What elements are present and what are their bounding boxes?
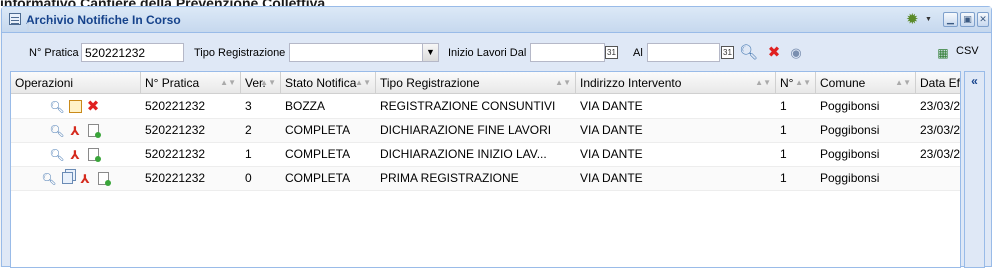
cell-tipo: PRIMA REGISTRAZIONE bbox=[380, 171, 519, 185]
side-panel-collapsed: « bbox=[964, 71, 985, 268]
notifiche-grid: Operazioni N° Pratica ▲▼ Ver. ▲▼ Stato Not… bbox=[10, 71, 961, 268]
pdf-icon[interactable]: ⅄ bbox=[67, 147, 83, 163]
row-operations: 🔍︎ ✖ bbox=[49, 99, 109, 115]
copy-icon[interactable] bbox=[59, 171, 75, 187]
pratica-label: N° Pratica bbox=[29, 47, 79, 59]
cell-stato: COMPLETA bbox=[285, 171, 351, 185]
cell-indirizzo: VIA DANTE bbox=[580, 171, 643, 185]
row-operations: 🔍︎ ⅄ bbox=[49, 147, 109, 163]
dropdown-trigger-icon[interactable]: ▼ bbox=[422, 43, 439, 62]
cell-comune: Poggibonsi bbox=[820, 147, 880, 161]
download-doc-icon[interactable] bbox=[85, 147, 101, 163]
cell-data: 23/03/2 bbox=[920, 147, 961, 161]
cell-data: 23/03/2 bbox=[920, 123, 961, 137]
column-tipo-registrazione[interactable]: Tipo Registrazione ▲▼ bbox=[376, 72, 576, 94]
cell-pratica: 520221232 bbox=[145, 99, 206, 113]
calendar-icon[interactable]: 31 bbox=[719, 43, 736, 62]
cell-indirizzo: VIA DANTE bbox=[580, 99, 643, 113]
column-operazioni[interactable]: Operazioni bbox=[11, 72, 141, 94]
al-input[interactable] bbox=[647, 43, 720, 62]
close-button[interactable]: ✕ bbox=[977, 12, 989, 27]
cell-numero: 1 bbox=[780, 147, 787, 161]
cell-indirizzo: VIA DANTE bbox=[580, 123, 643, 137]
pratica-input[interactable] bbox=[81, 43, 184, 62]
spreadsheet-icon[interactable]: ▦ bbox=[935, 45, 951, 61]
cell-comune: Poggibonsi bbox=[820, 171, 880, 185]
delete-icon[interactable]: ✖ bbox=[85, 99, 101, 115]
table-row[interactable]: 🔍︎ ✖ 520221232 3 BOZZA REGISTRAZIONE CON… bbox=[11, 95, 961, 119]
maximize-button[interactable]: ▣ bbox=[960, 12, 975, 27]
download-doc-icon[interactable] bbox=[95, 171, 111, 187]
column-versione[interactable]: Ver. ▲▼ bbox=[241, 72, 281, 94]
calendar-icon[interactable]: 31 bbox=[603, 43, 620, 62]
expand-panel-icon[interactable]: « bbox=[967, 74, 982, 89]
column-indirizzo-intervento[interactable]: Indirizzo Intervento ▲▼ bbox=[576, 72, 776, 94]
cell-versione: 2 bbox=[245, 123, 252, 137]
minimize-button[interactable]: ▁ bbox=[943, 12, 958, 27]
cell-numero: 1 bbox=[780, 171, 787, 185]
table-row[interactable]: 🔍︎ ⅄ 520221232 0 COMPLETA PRIMA REGISTRA… bbox=[11, 167, 960, 191]
magnifier-icon[interactable]: 🔍︎ bbox=[49, 123, 65, 139]
grid-header: Operazioni N° Pratica ▲▼ Ver. ▲▼ Stato Not… bbox=[11, 72, 960, 94]
archive-window: Archivio Notifiche In Corso Ladino ✹ ▼ ▁… bbox=[1, 6, 992, 268]
table-row[interactable]: 🔍︎ ⅄ 520221232 2 COMPLETA DICHIARAZIONE … bbox=[11, 119, 961, 143]
row-operations: 🔍︎ ⅄ bbox=[41, 171, 121, 187]
background-page-text: Ladino bbox=[26, 19, 72, 35]
edit-icon[interactable] bbox=[67, 99, 83, 115]
al-label: Al bbox=[633, 47, 643, 59]
row-operations: 🔍︎ ⅄ bbox=[49, 123, 109, 139]
cell-versione: 0 bbox=[245, 171, 252, 185]
cell-pratica: 520221232 bbox=[145, 123, 206, 137]
csv-button[interactable]: CSV bbox=[956, 45, 979, 57]
cell-numero: 1 bbox=[780, 123, 787, 137]
cell-comune: Poggibonsi bbox=[820, 123, 880, 137]
grid-window-icon bbox=[9, 13, 21, 25]
column-stato-notifica[interactable]: Stato Notifica ▲▼ bbox=[281, 72, 376, 94]
cell-tipo: DICHIARAZIONE FINE LAVORI bbox=[380, 123, 552, 137]
cell-tipo: DICHIARAZIONE INIZIO LAV... bbox=[380, 147, 547, 161]
clear-filter-icon[interactable]: ✖ bbox=[766, 45, 782, 61]
window-titlebar: Archivio Notifiche In Corso Ladino ✹ ▼ ▁… bbox=[2, 7, 991, 35]
magnifier-icon[interactable]: 🔍︎ bbox=[49, 147, 65, 163]
tipo-registrazione-label: Tipo Registrazione bbox=[194, 47, 286, 59]
cell-stato: COMPLETA bbox=[285, 123, 351, 137]
magnifier-icon[interactable]: 🔍︎ bbox=[49, 99, 65, 115]
cell-comune: Poggibonsi bbox=[820, 99, 880, 113]
cell-stato: BOZZA bbox=[285, 99, 326, 113]
column-data-effettiva[interactable]: Data Eff bbox=[916, 72, 960, 94]
cell-data bbox=[916, 167, 960, 190]
cell-indirizzo: VIA DANTE bbox=[580, 147, 643, 161]
pdf-icon[interactable]: ⅄ bbox=[77, 171, 93, 187]
filter-toolbar: N° Pratica Tipo Registrazione ▼ Inizio L… bbox=[7, 39, 986, 67]
cell-numero: 1 bbox=[780, 99, 787, 113]
gear-icon[interactable]: ✹ bbox=[906, 11, 924, 29]
pdf-icon[interactable]: ⅄ bbox=[67, 123, 83, 139]
column-numero[interactable]: N° ▲▼ bbox=[776, 72, 816, 94]
cell-versione: 3 bbox=[245, 99, 252, 113]
search-icon[interactable]: 🔍︎ bbox=[739, 45, 758, 61]
cell-data: 23/03/2 bbox=[920, 99, 961, 113]
inizio-lavori-input[interactable] bbox=[530, 43, 605, 62]
column-n-pratica[interactable]: N° Pratica ▲▼ bbox=[141, 72, 241, 94]
help-icon[interactable]: ◉ bbox=[788, 45, 804, 61]
cell-tipo: REGISTRAZIONE CONSUNTIVI bbox=[380, 99, 556, 113]
table-row[interactable]: 🔍︎ ⅄ 520221232 1 COMPLETA DICHIARAZIONE … bbox=[11, 143, 961, 167]
column-comune[interactable]: Comune ▲▼ bbox=[816, 72, 916, 94]
cell-versione: 1 bbox=[245, 147, 252, 161]
tipo-registrazione-select[interactable] bbox=[289, 43, 423, 62]
download-doc-icon[interactable] bbox=[85, 123, 101, 139]
cell-pratica: 520221232 bbox=[145, 147, 206, 161]
cell-stato: COMPLETA bbox=[285, 147, 351, 161]
magnifier-icon[interactable]: 🔍︎ bbox=[41, 171, 57, 187]
cell-pratica: 520221232 bbox=[145, 171, 206, 185]
inizio-lavori-label: Inizio Lavori Dal bbox=[448, 47, 527, 59]
chevron-down-icon[interactable]: ▼ bbox=[925, 16, 932, 23]
